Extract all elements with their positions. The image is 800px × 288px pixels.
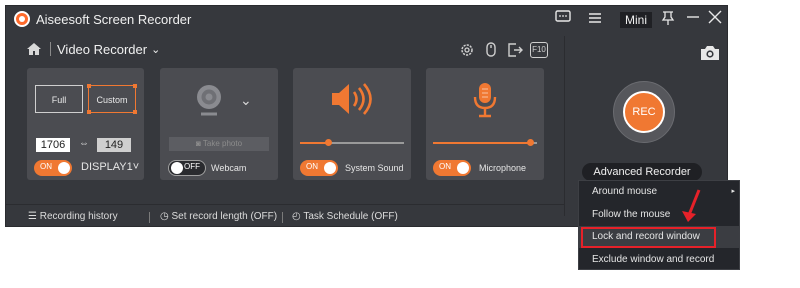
recording-history-label: Recording history [39, 211, 118, 222]
take-photo-label: Take photo [202, 139, 243, 148]
speaker-icon[interactable] [330, 82, 372, 121]
nav-divider [50, 42, 51, 56]
chevron-down-icon[interactable]: ⌄ [240, 92, 252, 109]
webcam-label: Webcam [211, 163, 247, 173]
toggle-knob [457, 162, 469, 174]
panel-divider [564, 36, 565, 216]
menu-item-label: Around mouse [592, 186, 658, 197]
slider-thumb[interactable] [526, 139, 534, 146]
chevron-down-icon: ˅ [132, 161, 140, 173]
bottom-separator [282, 212, 283, 223]
menu-item-exclude-window-and-record[interactable]: Exclude window and record [579, 249, 739, 271]
minimize-icon[interactable] [684, 10, 702, 28]
app-logo-icon [14, 11, 30, 27]
toggle-label: ON [40, 162, 52, 171]
slider-fill [433, 142, 530, 144]
toggle-knob [58, 162, 70, 174]
height-input[interactable]: 149 [97, 138, 131, 152]
take-photo-button: ◙ Take photo [169, 137, 269, 151]
menu-icon[interactable] [586, 10, 604, 28]
feedback-icon[interactable] [554, 10, 572, 28]
handle-corner [87, 84, 91, 88]
recording-history-link[interactable]: ☰ Recording history [28, 211, 118, 222]
clock-icon: ◷ [160, 211, 172, 222]
microphone-icon[interactable] [473, 82, 497, 123]
handle-corner [133, 84, 137, 88]
export-icon[interactable] [507, 42, 523, 58]
menu-item-label: Follow the mouse [592, 209, 671, 220]
task-schedule-label: Task Schedule (OFF) [303, 211, 398, 222]
highlight-box [581, 227, 716, 248]
toggle-label: ON [439, 162, 451, 171]
list-icon: ☰ [28, 211, 40, 222]
system-sound-label: System Sound [345, 163, 404, 173]
close-icon[interactable] [706, 10, 724, 28]
bottom-divider [6, 204, 564, 205]
webcam-card: ⌄ ◙ Take photo OFF Webcam [160, 68, 278, 180]
webcam-icon[interactable] [194, 83, 224, 122]
system-sound-toggle[interactable]: ON [300, 160, 338, 176]
f10-icon[interactable]: F10 [530, 42, 548, 58]
bottom-separator [149, 212, 150, 223]
display-toggle[interactable]: ON [34, 160, 72, 176]
toggle-knob [171, 162, 183, 174]
chevron-down-icon[interactable]: ⌄ [151, 43, 160, 56]
microphone-card: ON Microphone [426, 68, 544, 180]
handle-corner [87, 110, 91, 114]
webcam-toggle[interactable]: OFF [168, 160, 206, 176]
camera-icon: ◙ [195, 139, 203, 148]
slider-thumb[interactable] [325, 139, 333, 146]
toggle-label: OFF [184, 162, 200, 171]
menu-item-follow-the-mouse[interactable]: Follow the mouse [579, 204, 739, 226]
red-arrow-icon [682, 189, 701, 222]
display-card: Full Custom 1706 ⇔ 149 ON DISPLAY1˅ [27, 68, 144, 180]
width-input[interactable]: 1706 [36, 138, 70, 152]
microphone-toggle[interactable]: ON [433, 160, 471, 176]
rec-button[interactable]: REC [623, 91, 665, 133]
set-record-length-link[interactable]: ◷ Set record length (OFF) [160, 211, 277, 222]
video-recorder-title[interactable]: Video Recorder [57, 42, 147, 57]
app-title: Aiseesoft Screen Recorder [36, 12, 192, 27]
mouse-icon[interactable] [483, 42, 499, 58]
full-screen-option[interactable]: Full [35, 85, 83, 113]
mini-button[interactable]: Mini [620, 12, 652, 28]
custom-region-label: Custom [96, 95, 128, 105]
system-sound-volume-slider[interactable] [300, 139, 404, 146]
handle-corner [133, 110, 137, 114]
screenshot-camera-icon[interactable] [700, 45, 722, 61]
breadcrumb: Video Recorder ⌄ [26, 40, 160, 58]
microphone-volume-slider[interactable] [433, 139, 537, 146]
task-schedule-link[interactable]: ◴ Task Schedule (OFF) [292, 211, 398, 222]
slider-fill [300, 142, 329, 144]
system-sound-card: ON System Sound [293, 68, 411, 180]
advanced-recorder-menu: Around mouse ▸ Follow the mouse Lock and… [578, 180, 740, 270]
display-select-label: DISPLAY1 [81, 161, 133, 173]
toggle-label: ON [306, 162, 318, 171]
custom-region-option[interactable]: Custom [87, 84, 137, 114]
menu-item-around-mouse[interactable]: Around mouse ▸ [579, 181, 739, 203]
settings-icon[interactable] [459, 42, 475, 58]
advanced-recorder-button[interactable]: Advanced Recorder [582, 163, 702, 181]
microphone-label: Microphone [479, 163, 527, 173]
rec-button-ring: REC [613, 81, 675, 143]
pin-icon[interactable] [659, 10, 677, 28]
home-icon[interactable] [26, 42, 42, 56]
alarm-icon: ◴ [292, 211, 304, 222]
set-record-length-label: Set record length (OFF) [171, 211, 278, 222]
display-select[interactable]: DISPLAY1˅ [81, 161, 139, 173]
title-bar: Aiseesoft Screen Recorder Mini [6, 6, 727, 33]
submenu-arrow-icon: ▸ [731, 188, 735, 195]
link-ratio-icon[interactable]: ⇔ [79, 138, 89, 149]
menu-item-label: Exclude window and record [592, 254, 715, 265]
toggle-knob [324, 162, 336, 174]
